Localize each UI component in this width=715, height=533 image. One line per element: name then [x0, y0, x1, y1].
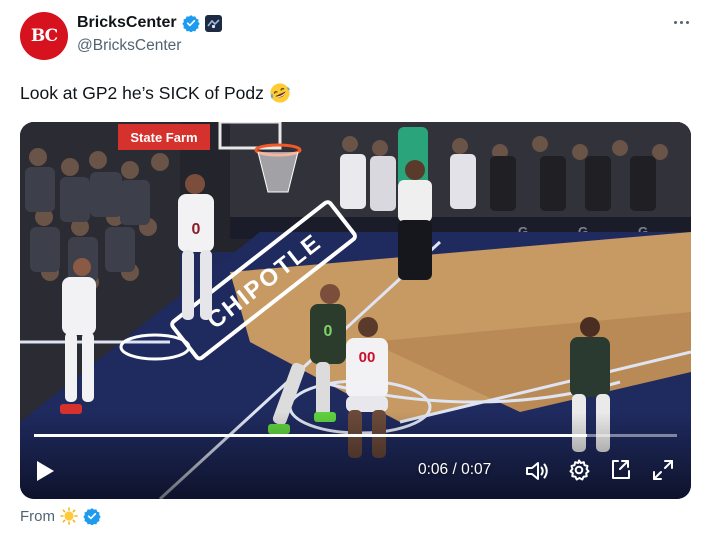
- display-name[interactable]: BricksCenter: [77, 14, 177, 32]
- svg-text:00: 00: [359, 349, 376, 366]
- video-timestamp: 0:06 / 0:07: [418, 461, 492, 478]
- avatar-logo-text: BC: [30, 26, 58, 46]
- verified-badge-icon: [181, 15, 200, 32]
- account-handle[interactable]: @BricksCenter: [77, 37, 181, 55]
- svg-text:0: 0: [324, 323, 333, 340]
- volume-icon[interactable]: [524, 459, 550, 483]
- dot: [685, 20, 689, 24]
- video-frame: GGG State Farm CHIPOTLE 0 0 00: [20, 122, 691, 499]
- account-name-row: BricksCenter: [77, 13, 222, 33]
- rofl-emoji-icon: [270, 83, 290, 103]
- tweet-text: Look at GP2 he’s SICK of Podz: [20, 82, 291, 104]
- dot: [679, 20, 683, 24]
- gear-icon[interactable]: [567, 458, 591, 482]
- progress-bar[interactable]: [34, 434, 677, 437]
- progress-fill: [34, 434, 587, 437]
- play-icon[interactable]: [34, 459, 56, 483]
- svg-text:0: 0: [192, 221, 201, 238]
- dot: [673, 20, 677, 24]
- verified-badge-icon: [83, 508, 101, 525]
- from-attribution[interactable]: From: [20, 507, 101, 525]
- video-player[interactable]: GGG State Farm CHIPOTLE 0 0 00 0:06 / 0:…: [20, 122, 691, 499]
- fullscreen-icon[interactable]: [651, 458, 675, 482]
- sun-emoji-icon: [60, 507, 78, 525]
- more-options-icon[interactable]: [668, 14, 694, 30]
- affiliate-badge-icon[interactable]: [204, 14, 222, 32]
- picture-in-picture-icon[interactable]: [609, 458, 633, 482]
- affiliate-logo-icon: [206, 18, 220, 28]
- tweet-text-content: Look at GP2 he’s SICK of Podz: [20, 82, 264, 103]
- state-farm-sign: State Farm: [130, 130, 197, 145]
- from-label: From: [20, 507, 55, 525]
- avatar[interactable]: BC: [20, 12, 68, 60]
